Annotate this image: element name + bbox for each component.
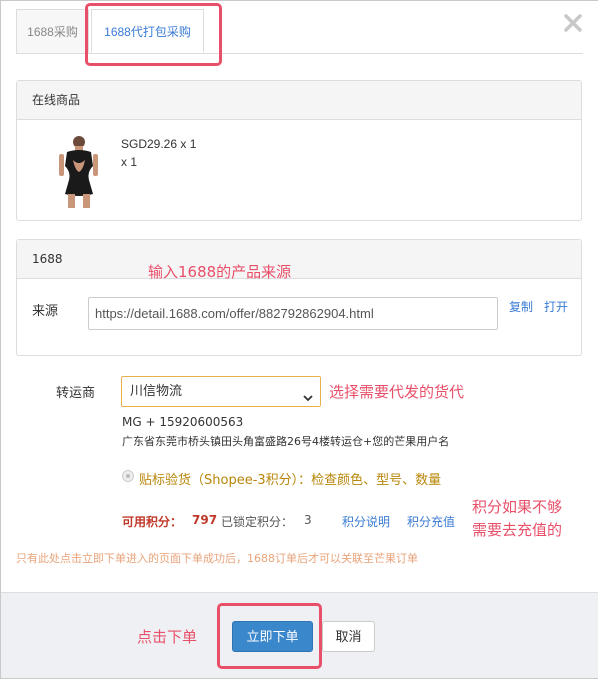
label-inspection-radio[interactable] [122, 470, 134, 482]
copy-link[interactable]: 复制 [509, 298, 533, 315]
label-inspection-option: 贴标验货（Shopee-3积分）：检查颜色、型号、数量 [139, 473, 442, 488]
annotation-click: 点击下单 [137, 628, 198, 646]
available-points-label: 可用积分： [122, 515, 183, 529]
carrier-label: 转运商 [56, 386, 96, 401]
source-label: 来源 [32, 304, 59, 319]
source-panel: 1688 来源 复制 打开 [16, 239, 582, 356]
tab-1688-purchase[interactable]: 1688采购 [16, 9, 89, 53]
available-points-value: 797 [192, 513, 218, 527]
purchase-modal: 1688采购 1688代打包采购 在线商品 SGD29.26 x 1 x 1 1… [0, 0, 598, 679]
carrier-contact: MG + 15920600563 [122, 415, 244, 429]
cancel-button[interactable]: 取消 [322, 621, 375, 652]
annotation-carrier: 选择需要代发的货代 [329, 383, 465, 401]
source-url-input[interactable] [88, 297, 498, 330]
order-notice: 只有此处点击立即下单进入的页面下单成功后，1688订单后才可以关联至芒果订单 [16, 552, 418, 565]
annotation-source: 输入1688的产品来源 [148, 263, 292, 281]
source-panel-title: 1688 [17, 240, 581, 279]
points-recharge-link[interactable]: 积分充值 [407, 513, 455, 530]
product-quantity: x 1 [121, 155, 138, 169]
product-price: SGD29.26 x 1 [121, 137, 197, 151]
close-icon[interactable] [563, 13, 583, 33]
locked-points-label: 已锁定积分： [221, 515, 294, 529]
carrier-select[interactable]: 川信物流 [121, 376, 321, 407]
online-product-title: 在线商品 [17, 81, 581, 120]
annotation-box-tab [85, 3, 222, 66]
annotation-points-2: 需要去充值的 [472, 521, 563, 539]
online-product-panel: 在线商品 SGD29.26 x 1 x 1 [16, 80, 582, 221]
annotation-points-1: 积分如果不够 [472, 498, 563, 516]
carrier-selected: 川信物流 [130, 384, 183, 399]
chevron-down-icon [302, 386, 314, 415]
locked-points-value: 3 [304, 513, 312, 527]
carrier-address: 广东省东莞市桥头镇田头角富盛路26号4楼转运仓+您的芒果用户名 [122, 435, 450, 448]
open-link[interactable]: 打开 [544, 298, 568, 315]
annotation-box-order [217, 603, 322, 669]
points-explain-link[interactable]: 积分说明 [342, 513, 390, 530]
product-thumbnail [53, 136, 103, 208]
